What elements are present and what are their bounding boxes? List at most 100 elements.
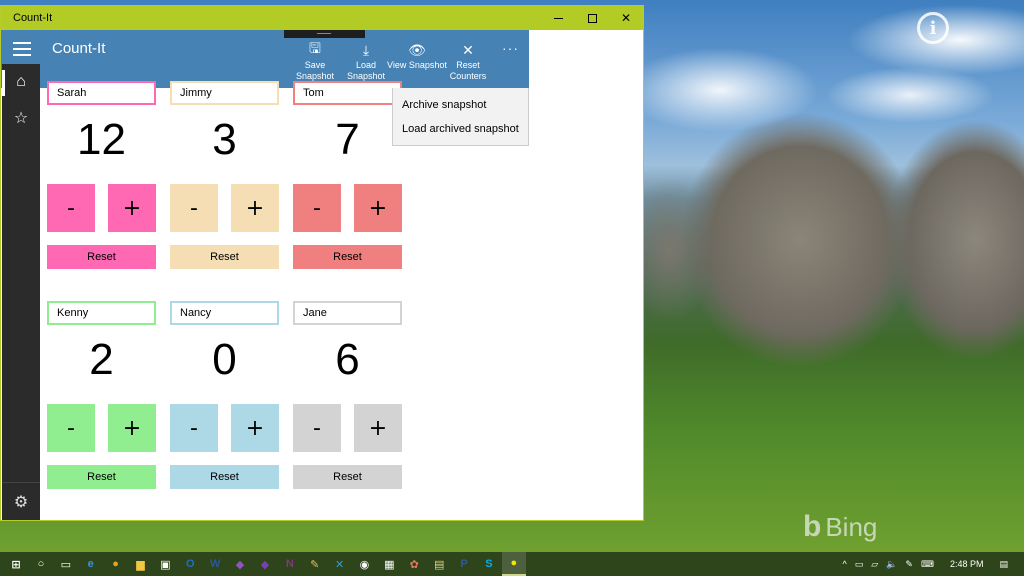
window-title: Count-It [13,12,53,24]
hamburger-line [13,48,31,50]
notifications-icon[interactable]: ▤ [995,559,1024,570]
load-snapshot-button[interactable]: ⤓ Load Snapshot [341,40,391,82]
decrement-button[interactable]: - [170,184,218,232]
pen-icon[interactable]: ✎ [901,559,917,570]
counter-value: 7 [335,115,360,164]
taskbar-powershell-button[interactable]: P [452,552,476,576]
counter-value: 2 [89,335,114,384]
menu-item-archive-snapshot[interactable]: Archive snapshot [393,93,528,117]
hamburger-menu-button[interactable] [13,42,31,56]
maximize-button[interactable] [575,6,609,30]
xamarin-icon: ✕ [334,558,345,571]
taskbar-task-view-button[interactable]: ▭ [54,552,78,576]
counter-name-input[interactable] [170,301,279,325]
increment-button[interactable]: + [108,404,156,452]
reset-counter-button[interactable]: Reset [47,465,156,489]
calculator-icon: ▦ [384,558,395,571]
taskbar-paint-button[interactable]: ✿ [402,552,426,576]
taskbar-edge-button[interactable]: e [79,552,103,576]
decrement-button[interactable]: - [47,404,95,452]
counter-name-input[interactable] [293,81,402,105]
nav-item-home[interactable]: ⌂ [2,64,40,100]
download-icon: ⤓ [362,41,370,58]
increment-button[interactable]: + [231,184,279,232]
reset-counter-button[interactable]: Reset [170,245,279,269]
taskbar-outlook-button[interactable]: O [178,552,202,576]
file-explorer-icon: ▆ [136,558,145,571]
menu-item-load-archived-snapshot[interactable]: Load archived snapshot [393,117,528,141]
notepad-icon: ▤ [433,558,445,571]
overflow-menu: Archive snapshot Load archived snapshot [392,88,529,146]
close-button[interactable]: ✕ [609,6,643,30]
reset-counter-button[interactable]: Reset [293,245,402,269]
bing-b-icon: b [803,510,822,543]
decrement-button[interactable]: - [293,404,341,452]
taskbar-word-button[interactable]: W [203,552,227,576]
taskbar-start-button[interactable]: ⊞ [4,552,28,576]
gear-icon: ⚙ [13,493,29,511]
network-icon[interactable]: ▱ [867,559,882,570]
word-icon: W [209,558,221,570]
taskbar-visual-studio-2-button[interactable]: ◆ [253,552,277,576]
counter-value: 3 [212,115,237,164]
taskbar-store-button[interactable]: ▣ [153,552,177,576]
reset-counter-button[interactable]: Reset [170,465,279,489]
drag-handle[interactable] [284,30,365,38]
save-snapshot-button[interactable]: 🖫 Save Snapshot [290,40,340,82]
increment-button[interactable]: + [354,184,402,232]
clock[interactable]: 2:48 PM [938,559,996,569]
keyboard-icon[interactable]: ⌨ [917,559,938,570]
counter-name-input[interactable] [293,301,402,325]
app-window: Count-It ✕ Count-It 🖫 Save Snapshot ⤓ Lo… [0,5,644,521]
reset-counters-label: Reset Counters [449,60,487,81]
camera-icon: ◉ [359,558,370,571]
taskbar-chrome-button[interactable]: ● [104,552,128,576]
taskbar-camera-button[interactable]: ◉ [352,552,376,576]
taskbar-visual-studio-button[interactable]: ◆ [228,552,252,576]
volume-icon[interactable]: 🔈 [882,559,901,570]
reset-counter-button[interactable]: Reset [293,465,402,489]
battery-icon[interactable]: ▭ [851,559,868,570]
view-snapshot-button[interactable]: 👁 View Snapshot [387,40,447,71]
decrement-button[interactable]: - [170,404,218,452]
outlook-icon: O [185,558,195,570]
decrement-button[interactable]: - [293,184,341,232]
taskbar-xamarin-button[interactable]: ✕ [328,552,352,576]
increment-button[interactable]: + [108,184,156,232]
taskbar: ⊞ ○ ▭ e ● ▆ ▣ O W ◆ ◆ N ✎ ✕ ◉ ▦ ✿ ▤ P S ● ^ ▭ ▱ 🔈 ✎ ⌨ 2:48 P… [0,552,1024,576]
taskbar-calculator-button[interactable]: ▦ [377,552,401,576]
taskbar-notepad-button[interactable]: ▤ [427,552,451,576]
taskbar-tool-button[interactable]: ✎ [303,552,327,576]
cortana-icon: ○ [37,558,45,570]
counter-name-input[interactable] [170,81,279,105]
more-options-button[interactable]: ··· [502,40,519,56]
nav-item-favorites[interactable]: ☆ [2,100,40,136]
bing-label: Bing [825,511,878,542]
decrement-button[interactable]: - [47,184,95,232]
start-icon: ⊞ [11,558,21,571]
hamburger-line [13,54,31,56]
store-icon: ▣ [160,558,171,571]
chrome-icon: ● [112,558,119,570]
taskbar-tips-button[interactable]: ● [501,552,526,576]
taskbar-skype-button[interactable]: S [477,552,501,576]
taskbar-onenote-button[interactable]: N [278,552,302,576]
close-icon: ✕ [462,41,474,58]
taskbar-file-explorer-button[interactable]: ▆ [128,552,152,576]
reset-counters-button[interactable]: ✕ Reset Counters [443,40,493,82]
taskbar-cortana-button[interactable]: ○ [29,552,53,576]
reset-counter-button[interactable]: Reset [47,245,156,269]
info-icon[interactable]: i [917,12,949,44]
maximize-icon [587,13,597,23]
chevron-up-icon[interactable]: ^ [839,559,851,569]
counter-name-input[interactable] [47,301,156,325]
increment-button[interactable]: + [231,404,279,452]
minimize-button[interactable] [541,6,575,30]
window-controls: ✕ [541,6,643,30]
counter-name-input[interactable] [47,81,156,105]
increment-button[interactable]: + [354,404,402,452]
system-tray: ^ ▭ ▱ 🔈 ✎ ⌨ 2:48 PM ▤ [839,552,1024,576]
skype-icon: S [485,558,493,570]
nav-item-settings[interactable]: ⚙ [2,482,40,520]
title-bar[interactable]: Count-It ✕ [1,6,643,30]
